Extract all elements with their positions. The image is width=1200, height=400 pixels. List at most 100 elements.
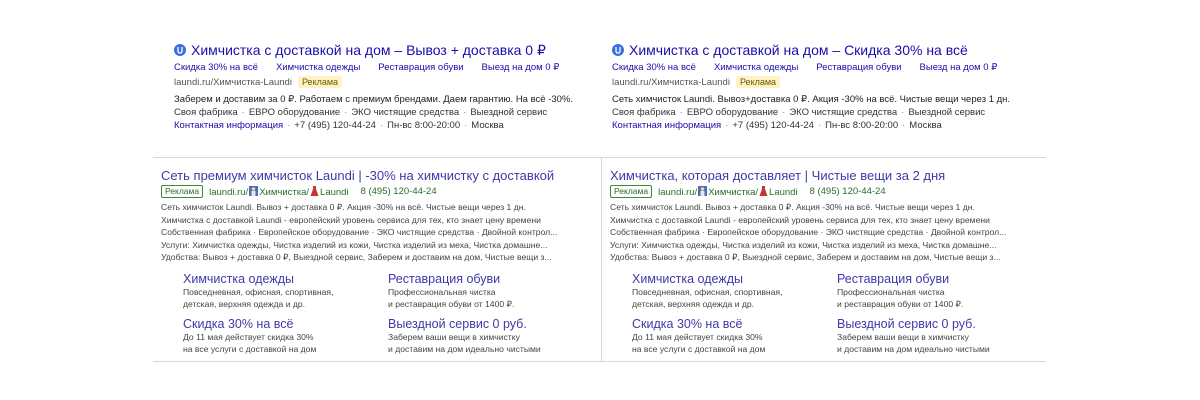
ad-badge: Реклама [297, 76, 343, 88]
sitelink-desc: Повседневная, офисная, спортивная, [632, 286, 783, 297]
feature-item: ЭКО чистящие средства [351, 107, 460, 118]
phone[interactable]: 8 (495) 120-44-24 [810, 186, 886, 197]
desc-line: Сеть химчисток Laundi. Вывоз + доставка … [161, 202, 526, 212]
url-path[interactable]: Химчистка/ [259, 187, 309, 198]
sitelink-block: Скидка 30% на всё До 11 мая действует ск… [632, 317, 837, 356]
yandex-ad-2: Химчистка, которая доставляет | Чистые в… [610, 168, 1042, 356]
dress-icon [759, 185, 768, 196]
url-path[interactable]: Laundi [320, 187, 349, 198]
display-url[interactable]: laundi.ru/Химчистка/Laundi [658, 185, 798, 198]
sitelink-title[interactable]: Реставрация обуви [837, 272, 1042, 286]
google-ad-1: Химчистка с доставкой на дом – Вывоз + д… [174, 40, 604, 131]
sitelink-title[interactable]: Химчистка одежды [632, 272, 837, 286]
google-ad-title-row[interactable]: Химчистка с доставкой на дом – Вывоз + д… [174, 40, 604, 60]
sitelink-title[interactable]: Выездной сервис 0 руб. [837, 317, 1042, 331]
sitelink-desc: До 11 мая действует скидка 30% [632, 331, 763, 342]
sitelink-clothes-cleaning[interactable]: Химчистка одежды [714, 62, 798, 73]
phone[interactable]: 8 (495) 120-44-24 [361, 186, 437, 197]
google-ad-features: Своя фабрика · ЕВРО оборудование · ЭКО чистя… [174, 107, 548, 118]
sitelink-desc: на все услуги с доставкой на дом [183, 344, 317, 354]
google-ad-url-row: laundi.ru/Химчистка-Laundi Реклама [612, 76, 1042, 88]
url-path[interactable]: Laundi [769, 187, 798, 198]
sitelink-title[interactable]: Скидка 30% на всё [183, 317, 388, 331]
desc-line: Химчистка с доставкой Laundi - европейск… [161, 214, 541, 225]
phone[interactable]: +7 (495) 120-44-24 [294, 120, 376, 131]
yandex-ad-sitelinks: Химчистка одежды Повседневная, офисная, … [610, 272, 1042, 356]
person-icon [698, 185, 708, 196]
hours: Пн-вс 8:00-20:00 [825, 120, 899, 131]
city: Москва [471, 120, 504, 131]
desc-line: Удобства: Вывоз + доставка 0 ₽, Выездной… [161, 252, 552, 262]
sitelink-home-pickup[interactable]: Выезд на дом 0 ₽ [482, 62, 560, 73]
sitelink-block: Выездной сервис 0 руб. Заберем ваши вещи… [388, 317, 593, 356]
google-ad-title[interactable]: Химчистка с доставкой на дом – Скидка 30… [629, 42, 968, 58]
display-url[interactable]: laundi.ru/Химчистка-Laundi [174, 77, 292, 88]
sitelink-title[interactable]: Химчистка одежды [183, 272, 388, 286]
sitelink-desc: детская, верхняя одежда и др. [632, 299, 755, 309]
desc-line: Собственная фабрика · Европейское оборуд… [610, 227, 1007, 237]
sitelink-block: Реставрация обуви Профессиональная чистк… [837, 272, 1042, 311]
sitelink-discount[interactable]: Скидка 30% на всё [174, 62, 258, 73]
google-ad-sitelinks: Скидка 30% на всё Химчистка одежды Реста… [612, 62, 1042, 73]
sitelink-block: Реставрация обуви Профессиональная чистк… [388, 272, 593, 311]
dress-icon [310, 185, 319, 196]
sitelink-title[interactable]: Реставрация обуви [388, 272, 593, 286]
sitelink-title[interactable]: Выездной сервис 0 руб. [388, 317, 593, 331]
url-domain[interactable]: laundi.ru/ [658, 187, 697, 198]
ad-badge: Реклама [735, 76, 781, 88]
laundi-favicon-icon [612, 44, 624, 56]
sitelink-desc: и доставим на дом идеально чистыми [388, 344, 541, 354]
google-ad-url-row: laundi.ru/Химчистка-Laundi Реклама [174, 76, 604, 88]
google-ad-features: Своя фабрика · ЕВРО оборудование · ЭКО чистя… [612, 107, 986, 118]
sitelink-discount[interactable]: Скидка 30% на всё [612, 62, 696, 73]
yandex-ad-description: Сеть химчисток Laundi. Вывоз + доставка … [161, 201, 593, 264]
url-domain[interactable]: laundi.ru/ [209, 187, 248, 198]
city: Москва [909, 120, 942, 131]
sitelink-block: Химчистка одежды Повседневная, офисная, … [632, 272, 837, 311]
sitelink-desc: Заберем ваши вещи в химчистку [837, 331, 969, 342]
sitelink-desc: До 11 мая действует скидка 30% [183, 331, 314, 342]
sitelink-desc: Профессиональная чистка [388, 286, 496, 297]
sitelink-desc: на все услуги с доставкой на дом [632, 344, 766, 354]
yandex-ad-title[interactable]: Химчистка, которая доставляет | Чистые в… [610, 168, 1042, 183]
feature-item: Выездной сервис [470, 107, 548, 118]
google-ad-text: Сеть химчисток Laundi. Вывоз+доставка 0 … [612, 94, 1011, 105]
desc-line: Сеть химчисток Laundi. Вывоз + доставка … [610, 202, 975, 212]
yandex-ad-meta: Реклама laundi.ru/Химчистка/Laundi 8 (49… [161, 185, 593, 198]
google-ad-contacts: Контактная информация · +7 (495) 120-44-24… [612, 120, 942, 131]
yandex-ad-meta: Реклама laundi.ru/Химчистка/Laundi 8 (49… [610, 185, 1042, 198]
sitelink-shoe-repair[interactable]: Реставрация обуви [816, 62, 901, 73]
desc-line: Химчистка с доставкой Laundi - европейск… [610, 214, 990, 225]
sitelink-desc: и реставрация обуви от 1400 ₽. [837, 299, 964, 309]
desc-line: Удобства: Вывоз + доставка 0 ₽, Выездной… [610, 252, 1001, 262]
sitelink-desc: Повседневная, офисная, спортивная, [183, 286, 334, 297]
google-ad-title[interactable]: Химчистка с доставкой на дом – Вывоз + д… [191, 42, 546, 59]
sitelink-home-pickup[interactable]: Выезд на дом 0 ₽ [920, 62, 998, 73]
desc-line: Услуги: Химчистка одежды, Чистка изделий… [161, 239, 548, 250]
sitelink-shoe-repair[interactable]: Реставрация обуви [378, 62, 463, 73]
person-icon [249, 185, 259, 196]
divider [153, 361, 1046, 362]
feature-item: Выездной сервис [908, 107, 986, 118]
sitelink-title[interactable]: Скидка 30% на всё [632, 317, 837, 331]
yandex-ad-sitelinks: Химчистка одежды Повседневная, офисная, … [161, 272, 593, 356]
display-url[interactable]: laundi.ru/Химчистка/Laundi [209, 185, 349, 198]
yandex-ad-description: Сеть химчисток Laundi. Вывоз + доставка … [610, 201, 1042, 264]
google-ad-title-row[interactable]: Химчистка с доставкой на дом – Скидка 30… [612, 40, 1042, 60]
divider [153, 157, 1046, 158]
contact-info-link[interactable]: Контактная информация [174, 120, 283, 131]
sitelink-desc: детская, верхняя одежда и др. [183, 299, 306, 309]
url-path[interactable]: Химчистка/ [708, 187, 758, 198]
ad-badge: Реклама [161, 185, 204, 198]
google-ad-sitelinks: Скидка 30% на всё Химчистка одежды Реста… [174, 62, 604, 73]
yandex-ad-title[interactable]: Сеть премиум химчисток Laundi | -30% на … [161, 168, 593, 183]
contact-info-link[interactable]: Контактная информация [612, 120, 721, 131]
display-url[interactable]: laundi.ru/Химчистка-Laundi [612, 77, 730, 88]
feature-item: ЕВРО оборудование [248, 107, 341, 118]
sitelink-block: Выездной сервис 0 руб. Заберем ваши вещи… [837, 317, 1042, 356]
sitelink-desc: и реставрация обуви от 1400 ₽. [388, 299, 515, 309]
sitelink-clothes-cleaning[interactable]: Химчистка одежды [276, 62, 360, 73]
feature-item: ЕВРО оборудование [686, 107, 779, 118]
phone[interactable]: +7 (495) 120-44-24 [732, 120, 814, 131]
google-ad-2: Химчистка с доставкой на дом – Скидка 30… [612, 40, 1042, 131]
